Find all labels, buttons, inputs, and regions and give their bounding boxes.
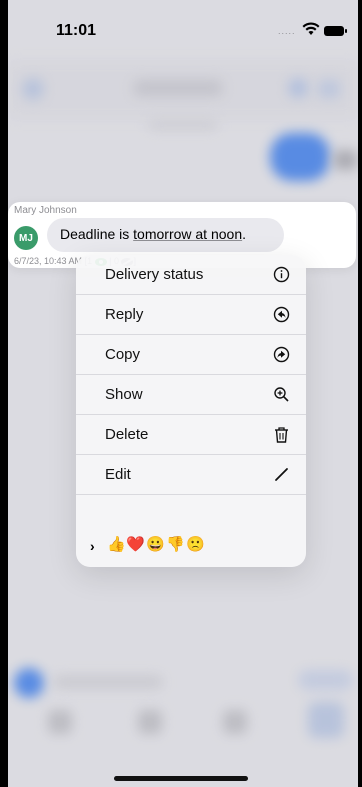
menu-separator <box>76 495 306 526</box>
menu-item-label: Show <box>105 386 143 403</box>
menu-item-reply[interactable]: Reply <box>76 295 306 335</box>
menu-item-label: Copy <box>105 346 141 363</box>
menu-item-label: Reply <box>105 306 144 323</box>
home-indicator[interactable] <box>114 776 248 781</box>
menu-item-delete[interactable]: Delete <box>76 415 306 455</box>
signal-icon: ..... <box>278 26 296 36</box>
info-icon <box>272 266 290 284</box>
menu-item-label: Edit <box>105 466 131 483</box>
context-menu: Delivery status Reply Copy Show Delete E… <box>76 255 306 567</box>
message-date-link[interactable]: tomorrow at noon <box>133 226 242 242</box>
message-text-end: . <box>242 226 246 242</box>
menu-item-label: Delivery status <box>105 266 204 283</box>
zoom-in-icon <box>272 386 290 404</box>
avatar[interactable]: MJ <box>14 226 38 250</box>
menu-item-copy[interactable]: Copy <box>76 335 306 375</box>
menu-item-edit[interactable]: Edit <box>76 455 306 495</box>
reaction-thumbs-down[interactable]: 👎 <box>166 536 185 554</box>
chevron-right-icon[interactable]: › <box>90 538 95 554</box>
avatar-initials: MJ <box>19 232 33 244</box>
pencil-icon <box>272 466 290 484</box>
trash-icon <box>272 426 290 444</box>
wifi-icon <box>302 22 320 35</box>
battery-icon <box>324 26 347 36</box>
status-time: 11:01 <box>56 22 97 39</box>
reaction-frown[interactable]: 🙁 <box>186 536 205 554</box>
menu-item-show[interactable]: Show <box>76 375 306 415</box>
message-text: Deadline is tomorrow at noon. <box>60 226 246 242</box>
message-timestamp: 6/7/23, 10:43 AM <box>14 256 83 266</box>
reaction-grin[interactable]: 😀 <box>146 536 165 554</box>
status-bar: 11:01 ..... <box>8 0 358 60</box>
message-sender: Mary Johnson <box>14 205 77 216</box>
reaction-heart[interactable]: ❤️ <box>126 536 145 554</box>
menu-item-label: Delete <box>105 426 149 443</box>
forward-icon <box>272 346 290 364</box>
reaction-thumbs-up[interactable]: 👍 <box>107 536 126 554</box>
reply-icon <box>272 306 290 324</box>
menu-item-delivery-status[interactable]: Delivery status <box>76 255 306 295</box>
message-text-start: Deadline is <box>60 226 134 242</box>
reaction-bar: › 👍 ❤️ 😀 👎 🙁 <box>76 526 306 567</box>
